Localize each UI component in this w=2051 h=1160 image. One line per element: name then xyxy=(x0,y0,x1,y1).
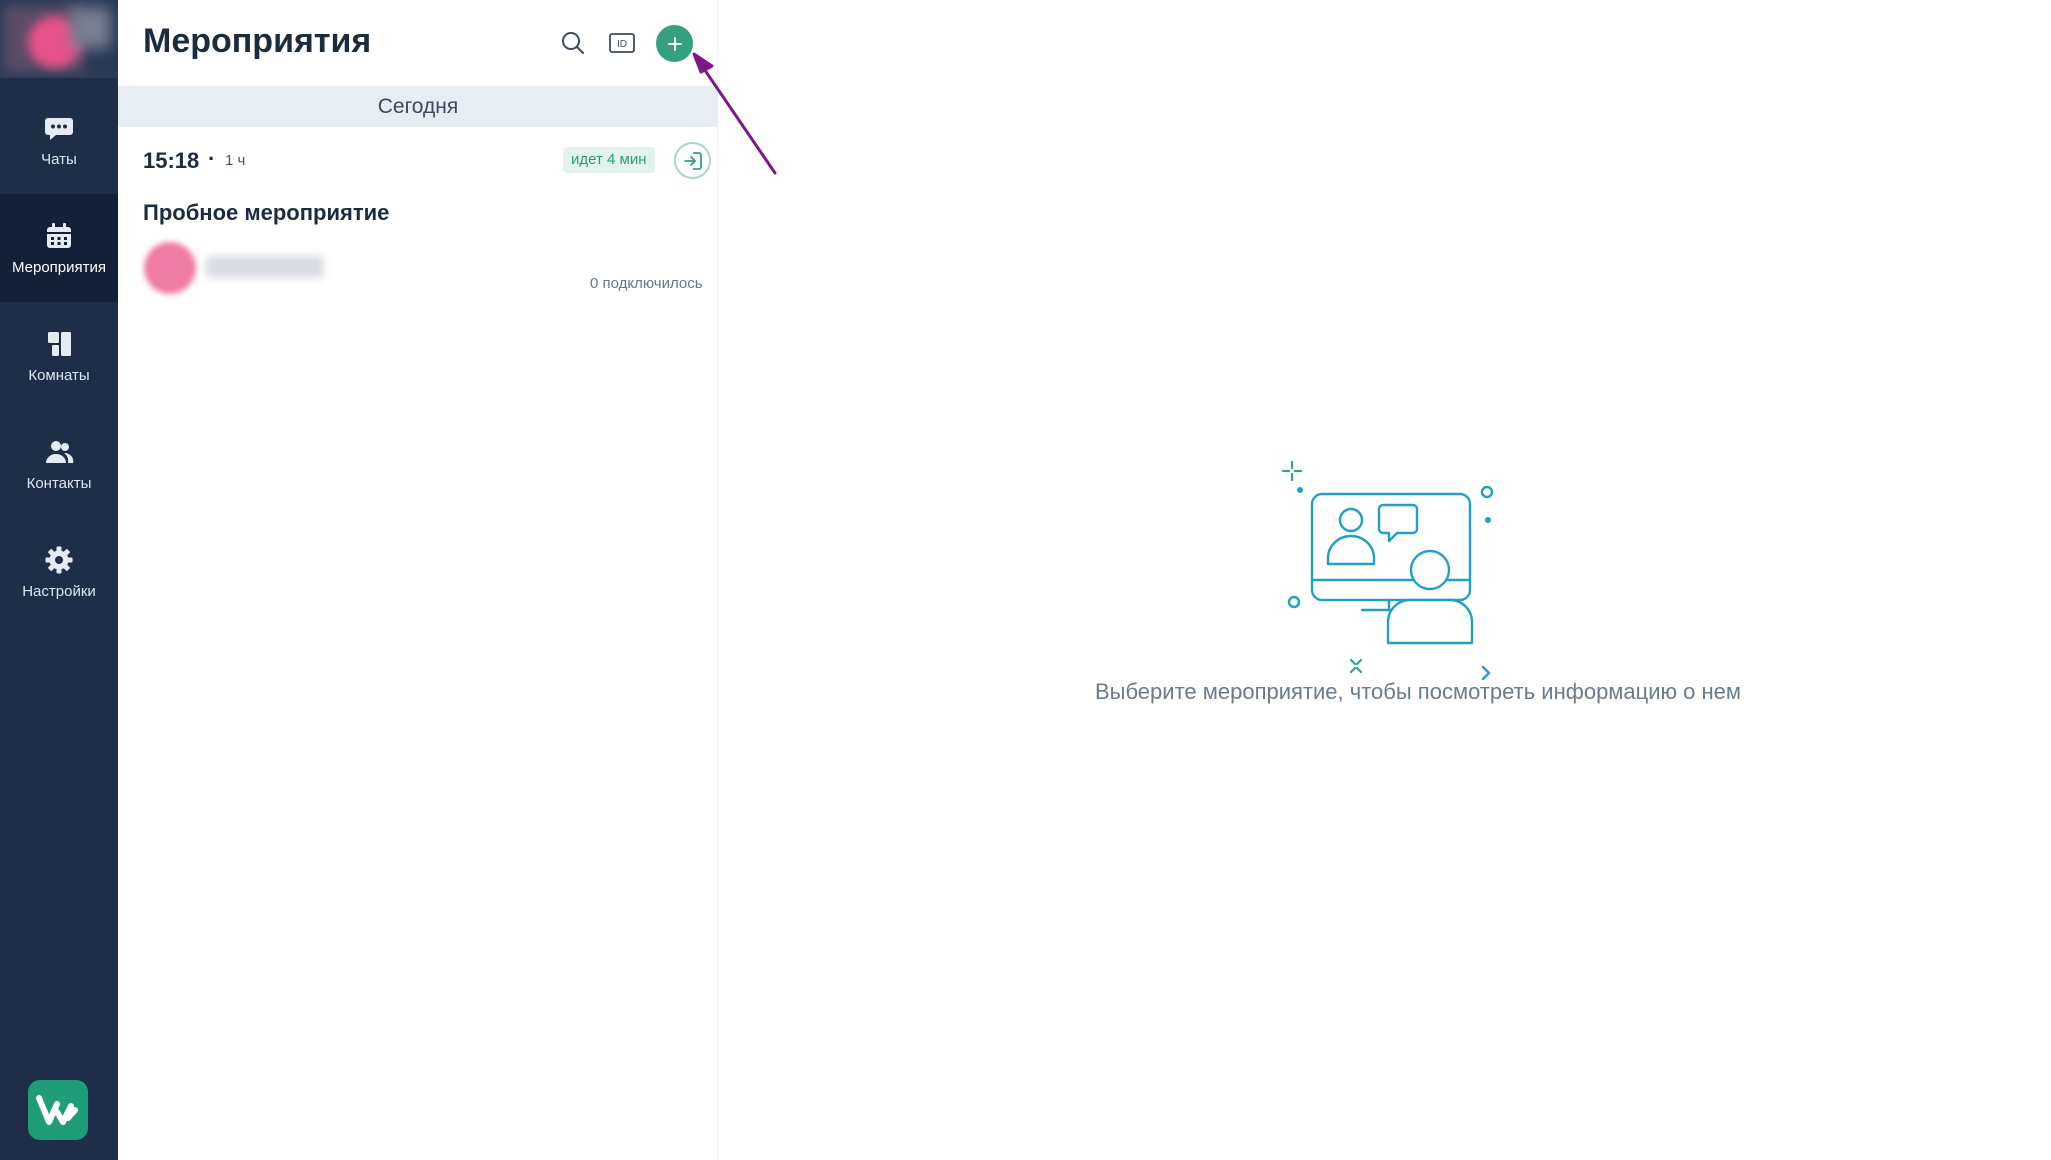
calendar-icon xyxy=(47,222,71,248)
rooms-icon xyxy=(48,331,71,356)
host-name-redacted xyxy=(206,256,324,278)
page-title: Мероприятия xyxy=(143,22,372,60)
gear-icon xyxy=(45,546,73,573)
empty-state-message: Выберите мероприятие, чтобы посмотреть и… xyxy=(1094,679,1742,704)
day-group-header: Сегодня xyxy=(118,86,718,127)
sidebar-item-label: Мероприятия xyxy=(11,258,107,276)
plus-icon xyxy=(667,36,682,51)
host-avatar xyxy=(144,242,196,294)
user-avatar[interactable] xyxy=(0,0,118,78)
sidebar-item-rooms[interactable]: Комнаты xyxy=(0,302,118,410)
join-by-id-button[interactable]: ID xyxy=(605,26,639,60)
sidebar-item-contacts[interactable]: Контакты xyxy=(0,410,118,518)
sidebar-item-label: Чаты xyxy=(41,150,77,168)
event-title: Пробное мероприятие xyxy=(143,200,390,225)
event-status-badge: идет 4 мин xyxy=(563,147,655,173)
contacts-icon xyxy=(46,440,74,463)
sidebar-item-label: Комнаты xyxy=(28,366,90,384)
sidebar-item-settings[interactable]: Настройки xyxy=(0,518,118,626)
search-button[interactable] xyxy=(556,26,590,60)
chat-icon xyxy=(45,117,73,140)
svg-text:ID: ID xyxy=(617,39,627,50)
event-card[interactable]: 15:18 · 1 ч идет 4 мин Пробное мероприят… xyxy=(118,130,718,300)
event-duration: 1 ч xyxy=(225,152,246,169)
event-participants-count: 0 подключилось xyxy=(590,275,703,292)
events-list-panel: Мероприятия ID Сегодня 15:18 · 1 ч идет … xyxy=(118,0,718,1160)
app-logo xyxy=(28,1080,88,1140)
id-icon: ID xyxy=(609,33,635,53)
sidebar-item-chats[interactable]: Чаты xyxy=(0,86,118,194)
event-start-time: 15:18 xyxy=(143,148,200,173)
event-separator: · xyxy=(208,146,216,171)
sidebar-item-label: Настройки xyxy=(22,582,96,600)
sidebar: Чаты Мероприятия Комнаты Контакты Настро… xyxy=(0,0,118,1160)
add-event-button[interactable] xyxy=(656,25,693,62)
search-icon xyxy=(562,32,584,54)
logo-mark-icon xyxy=(36,1095,78,1125)
sidebar-item-events[interactable]: Мероприятия xyxy=(0,194,118,302)
join-event-button[interactable] xyxy=(674,142,711,179)
sidebar-item-label: Контакты xyxy=(26,474,92,492)
enter-icon xyxy=(683,151,702,170)
video-meeting-illustration-icon xyxy=(1281,460,1494,680)
